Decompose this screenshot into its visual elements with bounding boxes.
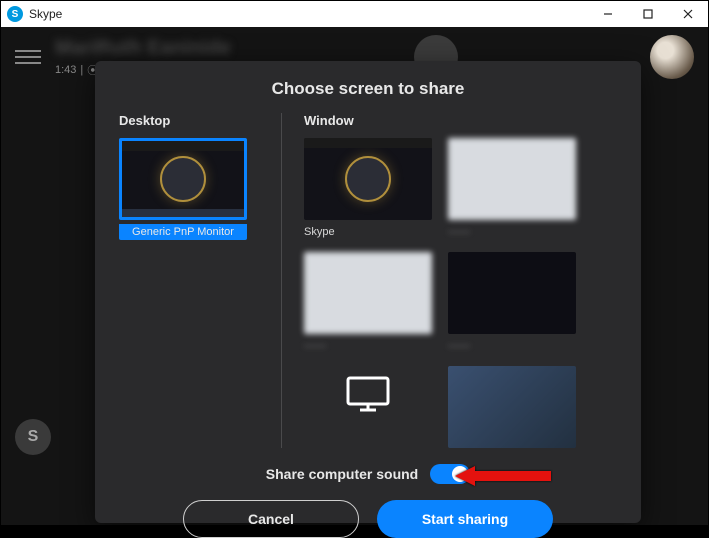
window-caption: ——	[448, 338, 576, 354]
share-screen-dialog: Choose screen to share Desktop Generic P…	[95, 61, 641, 523]
app-body: MariRuth Eaninide 1:43 | ⦿ S 🎤 🎥 💬Chat ▭…	[1, 27, 708, 525]
window-thumbnail	[304, 252, 432, 334]
window-heading: Window	[304, 113, 617, 128]
window-option-desktop[interactable]	[448, 366, 576, 448]
window-option[interactable]: ——	[448, 252, 576, 354]
dialog-buttons: Cancel Start sharing	[119, 500, 617, 538]
window-thumbnail	[448, 366, 576, 448]
window-column: Window Skype —— ——	[281, 113, 617, 448]
close-button[interactable]	[668, 1, 708, 27]
monitor-icon	[336, 370, 400, 418]
start-sharing-button[interactable]: Start sharing	[377, 500, 553, 538]
window-title: Skype	[29, 7, 62, 21]
skype-logo-icon: S	[7, 6, 23, 22]
window-option[interactable]: ——	[448, 138, 576, 240]
dialog-title: Choose screen to share	[119, 79, 617, 99]
window-thumbnail	[448, 138, 576, 220]
annotation-arrow	[455, 464, 555, 493]
desktop-thumbnail	[119, 138, 247, 220]
user-avatar[interactable]	[650, 35, 694, 79]
window-titlebar: S Skype	[1, 1, 708, 27]
desktop-heading: Desktop	[119, 113, 281, 128]
contact-name: MariRuth Eaninide	[55, 37, 231, 60]
window-caption: ——	[304, 338, 432, 354]
self-pip[interactable]: S	[15, 419, 51, 455]
window-controls	[588, 1, 708, 27]
window-caption: Skype	[304, 224, 432, 240]
cancel-button[interactable]: Cancel	[183, 500, 359, 538]
desktop-caption: Generic PnP Monitor	[119, 224, 247, 240]
menu-button[interactable]	[15, 44, 41, 70]
separator: |	[80, 64, 83, 76]
maximize-button[interactable]	[628, 1, 668, 27]
minimize-button[interactable]	[588, 1, 628, 27]
cancel-label: Cancel	[248, 511, 294, 527]
start-label: Start sharing	[422, 511, 508, 527]
share-sound-label: Share computer sound	[266, 466, 418, 482]
self-initial: S	[28, 428, 39, 446]
window-caption: ——	[448, 224, 576, 240]
desktop-option[interactable]: Generic PnP Monitor	[119, 138, 281, 240]
window-option[interactable]: ——	[304, 252, 432, 354]
share-sound-row: Share computer sound	[119, 464, 617, 484]
desktop-column: Desktop Generic PnP Monitor	[119, 113, 281, 448]
window-option-skype[interactable]: Skype	[304, 138, 432, 240]
window-thumbnail	[304, 138, 432, 220]
window-thumbnail	[448, 252, 576, 334]
window-option-outline[interactable]	[304, 366, 432, 448]
call-duration: 1:43	[55, 64, 76, 76]
